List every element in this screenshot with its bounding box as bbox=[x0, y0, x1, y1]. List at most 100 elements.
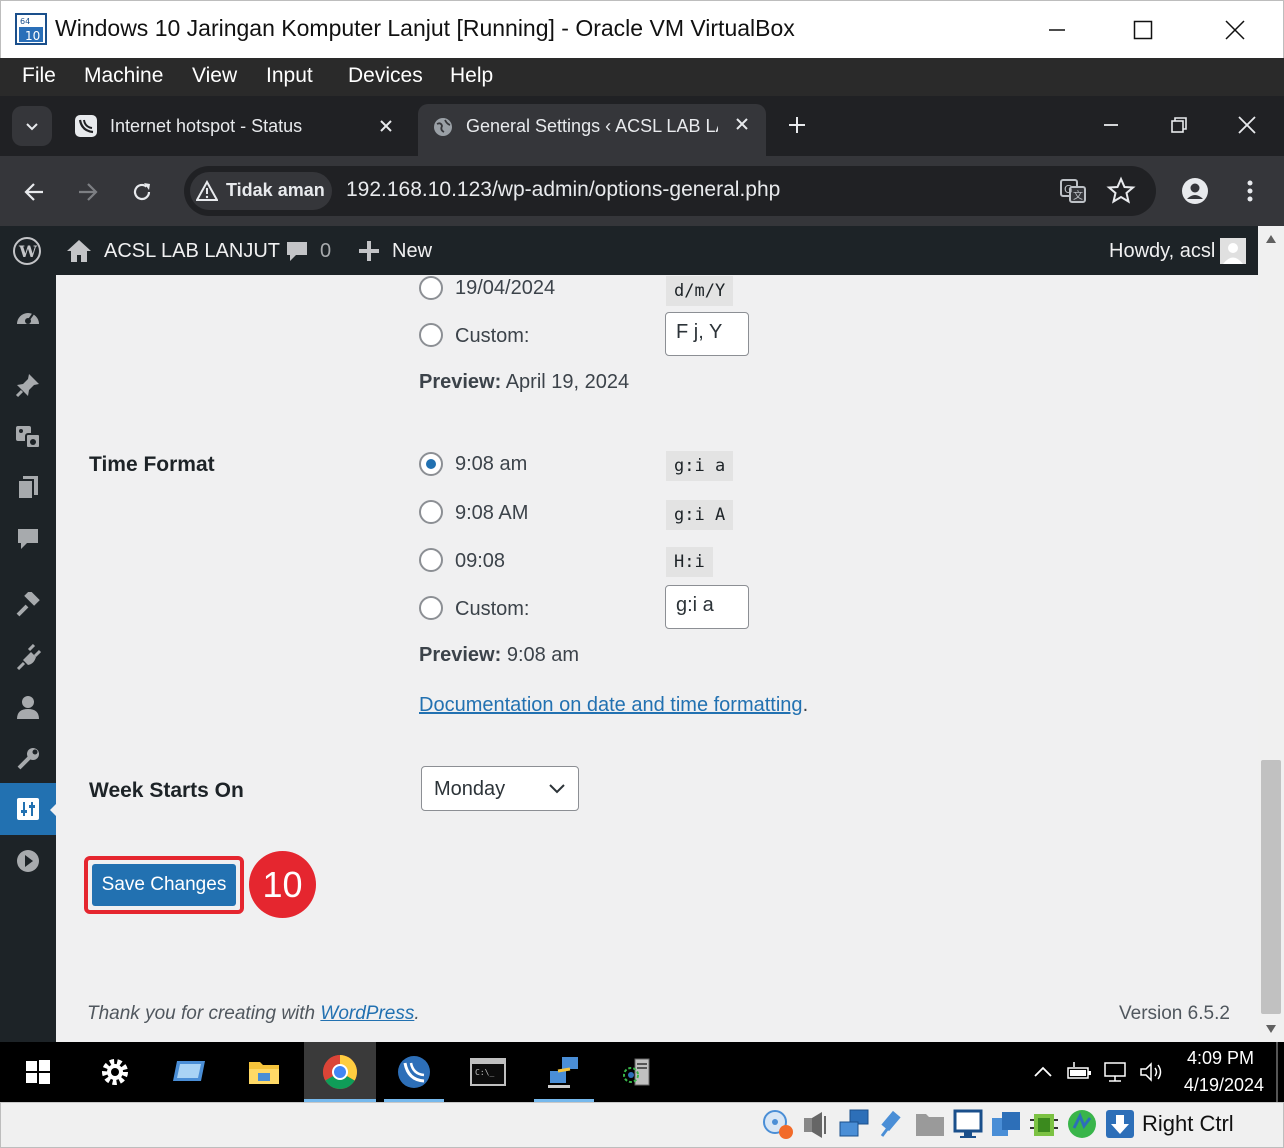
week-starts-select[interactable]: Monday bbox=[421, 766, 579, 811]
plus-icon[interactable] bbox=[358, 240, 380, 262]
security-chip[interactable]: Tidak aman bbox=[190, 172, 332, 210]
pages-icon[interactable] bbox=[0, 467, 56, 507]
keyboard-capture-icon[interactable] bbox=[1104, 1108, 1136, 1140]
time-format-code: g:i A bbox=[666, 500, 734, 530]
volume-icon[interactable] bbox=[1138, 1060, 1164, 1084]
chrome-menu-icon[interactable] bbox=[1238, 176, 1262, 206]
menu-machine[interactable]: Machine bbox=[84, 64, 163, 88]
date-format-code: d/m/Y bbox=[666, 276, 734, 306]
time-format-custom-radio[interactable] bbox=[419, 596, 443, 620]
command-prompt-icon[interactable]: C:\_ bbox=[452, 1042, 524, 1102]
translate-icon[interactable]: G文 bbox=[1058, 176, 1088, 206]
chrome-close-button[interactable] bbox=[1232, 112, 1262, 138]
tab-close-icon[interactable] bbox=[730, 112, 754, 136]
time-format-heading: Time Format bbox=[89, 453, 215, 476]
appearance-brush-icon[interactable] bbox=[0, 585, 56, 625]
network-tray-icon[interactable] bbox=[1102, 1060, 1128, 1084]
wp-version: Version 6.5.2 bbox=[1119, 1003, 1230, 1024]
clock-time[interactable]: 4:09 PM bbox=[1176, 1048, 1254, 1069]
bookmark-star-icon[interactable] bbox=[1106, 176, 1136, 206]
scrollbar-thumb[interactable] bbox=[1261, 760, 1281, 1014]
howdy-label[interactable]: Howdy, acsl bbox=[1109, 240, 1215, 263]
date-format-custom-input[interactable]: F j, Y bbox=[665, 312, 749, 356]
time-format-custom-input[interactable]: g:i a bbox=[665, 585, 749, 629]
time-format-radio[interactable] bbox=[419, 452, 443, 476]
minimize-button[interactable] bbox=[1037, 13, 1077, 47]
comment-icon[interactable] bbox=[284, 238, 310, 264]
shared-folder-icon[interactable] bbox=[914, 1108, 946, 1140]
preview-value: 9:08 am bbox=[506, 644, 580, 666]
remote-desktop-icon[interactable] bbox=[153, 1042, 225, 1102]
tools-wrench-icon[interactable] bbox=[0, 739, 56, 779]
posts-pin-icon[interactable] bbox=[0, 365, 56, 405]
home-icon[interactable] bbox=[66, 238, 92, 264]
comments-menu-icon[interactable] bbox=[0, 519, 56, 559]
time-format-radio[interactable] bbox=[419, 548, 443, 572]
menu-file[interactable]: File bbox=[22, 64, 56, 88]
recording-icon[interactable] bbox=[990, 1108, 1022, 1140]
menu-help[interactable]: Help bbox=[450, 64, 493, 88]
page-scrollbar[interactable] bbox=[1258, 226, 1284, 1042]
preview-label: Preview: bbox=[419, 371, 502, 393]
windows-start-icon[interactable] bbox=[2, 1042, 74, 1102]
chrome-restore-button[interactable] bbox=[1164, 112, 1194, 138]
close-button[interactable] bbox=[1215, 13, 1255, 47]
time-preview: Preview: 9:08 am bbox=[419, 644, 579, 667]
tray-overflow-icon[interactable] bbox=[1032, 1062, 1054, 1082]
dashboard-icon[interactable] bbox=[0, 299, 56, 339]
optical-drive-icon[interactable] bbox=[762, 1108, 794, 1140]
date-format-radio[interactable] bbox=[419, 276, 443, 300]
scroll-up-icon[interactable] bbox=[1265, 234, 1277, 244]
new-tab-button[interactable] bbox=[784, 112, 810, 138]
url-text[interactable]: 192.168.10.123/wp-admin/options-general.… bbox=[346, 178, 780, 202]
battery-icon[interactable] bbox=[1066, 1060, 1092, 1084]
mouse-integration-icon[interactable] bbox=[1066, 1108, 1098, 1140]
users-icon[interactable] bbox=[0, 687, 56, 727]
chevron-down-icon bbox=[26, 123, 38, 131]
profile-icon[interactable] bbox=[1180, 176, 1210, 206]
cpu-icon[interactable] bbox=[1028, 1108, 1060, 1140]
network-connections-icon[interactable] bbox=[528, 1042, 600, 1102]
settings-icon[interactable] bbox=[0, 783, 56, 835]
new-content-label[interactable]: New bbox=[392, 240, 432, 263]
server-app-icon[interactable] bbox=[602, 1042, 674, 1102]
tab-search-button[interactable] bbox=[12, 106, 52, 146]
time-format-custom-label: Custom: bbox=[455, 598, 530, 620]
display-icon[interactable] bbox=[952, 1108, 984, 1140]
menu-input[interactable]: Input bbox=[266, 64, 313, 88]
tab-general-settings[interactable]: General Settings ‹ ACSL LAB LA bbox=[418, 104, 766, 156]
date-format-custom-radio[interactable] bbox=[419, 323, 443, 347]
media-icon[interactable] bbox=[0, 417, 56, 457]
comments-count[interactable]: 0 bbox=[320, 240, 331, 263]
svg-text:W: W bbox=[18, 242, 38, 261]
reload-button[interactable] bbox=[126, 176, 158, 208]
date-time-doc-link[interactable]: Documentation on date and time formattin… bbox=[419, 694, 803, 716]
site-name[interactable]: ACSL LAB LANJUT bbox=[104, 240, 280, 263]
collapse-menu-icon[interactable] bbox=[0, 841, 56, 881]
chrome-minimize-button[interactable] bbox=[1096, 112, 1126, 138]
network-adapter-icon[interactable] bbox=[838, 1108, 870, 1140]
tab-close-icon[interactable] bbox=[374, 114, 398, 138]
wordpress-logo-icon[interactable]: W bbox=[12, 236, 42, 266]
show-desktop-button[interactable] bbox=[1276, 1042, 1278, 1102]
back-button[interactable] bbox=[18, 176, 50, 208]
usb-icon[interactable] bbox=[876, 1108, 908, 1140]
menu-view[interactable]: View bbox=[192, 64, 237, 88]
maximize-button[interactable] bbox=[1123, 13, 1163, 47]
settings-gear-icon[interactable] bbox=[79, 1042, 151, 1102]
avatar[interactable] bbox=[1220, 238, 1246, 264]
scroll-down-icon[interactable] bbox=[1265, 1024, 1277, 1034]
wordpress-link[interactable]: WordPress bbox=[320, 1003, 414, 1024]
menu-devices[interactable]: Devices bbox=[348, 64, 423, 88]
file-explorer-icon[interactable] bbox=[228, 1042, 300, 1102]
time-format-radio[interactable] bbox=[419, 500, 443, 524]
forward-button[interactable] bbox=[72, 176, 104, 208]
chrome-icon[interactable] bbox=[304, 1042, 376, 1102]
tab-internet-hotspot[interactable]: Internet hotspot - Status bbox=[62, 104, 412, 148]
winbox-icon[interactable] bbox=[378, 1042, 450, 1102]
clock-date[interactable]: 4/19/2024 bbox=[1170, 1075, 1264, 1096]
wp-admin-bar: W ACSL LAB LANJUT 0 New Howdy, acsl bbox=[0, 226, 1258, 275]
plugins-icon[interactable] bbox=[0, 637, 56, 677]
audio-icon[interactable] bbox=[800, 1110, 832, 1140]
save-changes-button[interactable]: Save Changes bbox=[92, 864, 236, 906]
